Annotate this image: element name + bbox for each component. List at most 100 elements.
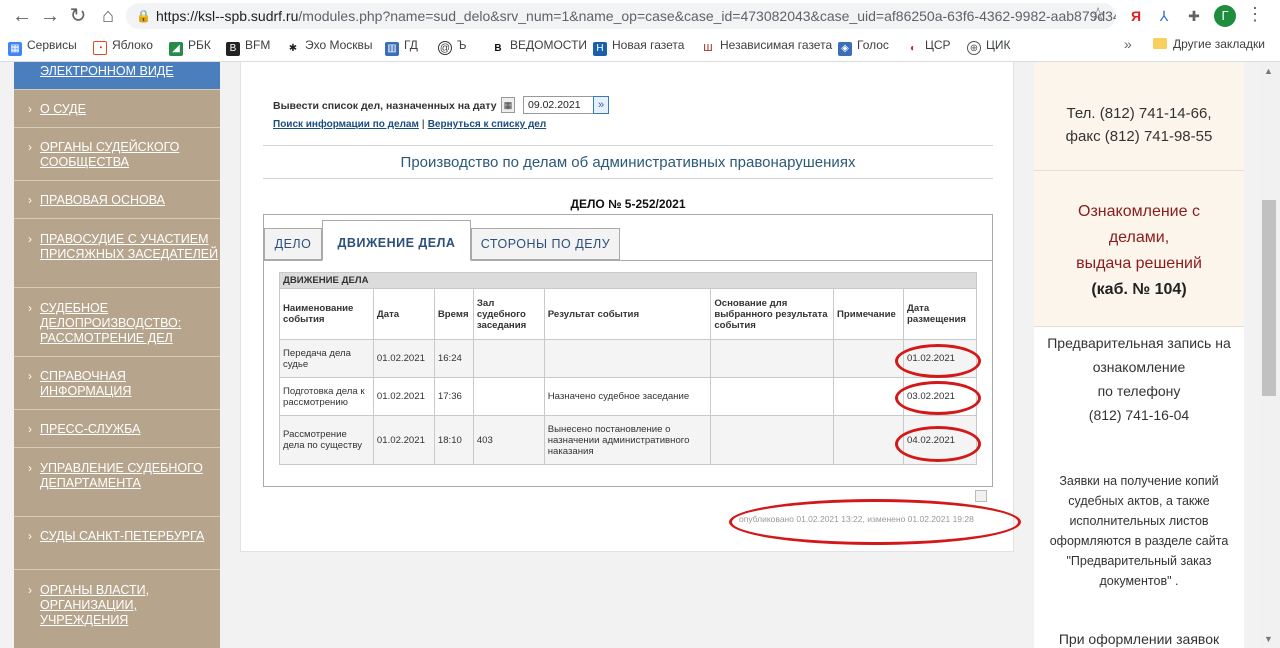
sidebar-item-press[interactable]: › ПРЕСС-СЛУЖБА: [14, 410, 220, 448]
bookmark-star-icon[interactable]: ☆: [1090, 4, 1106, 25]
print-icon[interactable]: [975, 490, 987, 502]
column-header: Время: [433, 288, 474, 340]
table-caption: ДВИЖЕНИЕ ДЕЛА: [279, 272, 977, 289]
calendar-icon[interactable]: ▦: [501, 97, 515, 113]
submit-date-button[interactable]: »: [593, 96, 609, 114]
sidebar-item-jury[interactable]: › ПРАВОСУДИЕ С УЧАСТИЕМ ПРИСЯЖНЫХ ЗАСЕДАТ…: [14, 219, 220, 288]
lock-icon: 🔒: [136, 9, 151, 23]
chevron-right-icon: ›: [28, 583, 32, 597]
menu-kebab-icon[interactable]: ⋮: [1246, 4, 1264, 25]
novaya-gazeta-icon: Н: [593, 42, 607, 56]
annotation-ellipse: [895, 426, 981, 462]
case-movement-table: ДВИЖЕНИЕ ДЕЛА Наименование события Дата …: [279, 272, 978, 465]
chevron-right-icon: ›: [28, 369, 32, 383]
copies-info: Заявки на получение копий судебных актов…: [1049, 474, 1229, 588]
extensions-icon[interactable]: ✚: [1184, 6, 1204, 26]
bookmark-novaya[interactable]: Н Новая газета: [593, 37, 684, 56]
tab-case-movement[interactable]: ДВИЖЕНИЕ ДЕЛА: [322, 220, 471, 261]
bookmark-tsik[interactable]: ⊕ ЦИК: [967, 37, 1011, 55]
divider: [1034, 326, 1244, 327]
apps-grid-icon: ▦: [8, 42, 22, 56]
folder-icon: [1153, 38, 1167, 49]
sidebar-item-department[interactable]: › УПРАВЛЕНИЕ СУДЕБНОГО ДЕПАРТАМЕНТА: [14, 448, 220, 517]
tab-case-parties[interactable]: СТОРОНЫ ПО ДЕЛУ: [471, 228, 620, 260]
tssr-icon: ◐: [906, 42, 920, 56]
chevron-right-icon: ›: [28, 301, 32, 315]
bookmark-yabloko[interactable]: ◔ Яблоко: [93, 37, 153, 55]
bookmark-tssr[interactable]: ◐ ЦСР: [906, 37, 951, 56]
scroll-down-icon[interactable]: ▼: [1264, 634, 1273, 644]
back-to-list-link[interactable]: Вернуться к списку дел: [428, 119, 547, 130]
sidebar-item-authorities[interactable]: › ОРГАНЫ ВЛАСТИ, ОРГАНИЗАЦИИ, УЧРЕЖДЕНИЯ: [14, 570, 220, 648]
kommersant-icon: @: [438, 41, 452, 55]
main-content: Вывести список дел, назначенных на дату …: [240, 62, 1021, 552]
annotation-ellipse: [895, 344, 981, 378]
echo-icon: ✱: [286, 42, 300, 56]
page-scrollbar[interactable]: ▲ ▼: [1258, 62, 1280, 648]
column-header: Наименование события: [279, 288, 374, 340]
rbk-icon: ◢: [169, 42, 183, 56]
scroll-up-icon[interactable]: ▲: [1264, 66, 1273, 76]
chevron-right-icon: ›: [28, 461, 32, 475]
table-row: Рассмотрение дела по существу 01.02.2021…: [279, 415, 978, 465]
divider: [263, 178, 993, 179]
tab-case[interactable]: ДЕЛО: [264, 228, 322, 260]
chevron-right-icon: ›: [28, 232, 32, 246]
case-number: ДЕЛО № 5-252/2021: [570, 197, 686, 211]
other-bookmarks[interactable]: Другие закладки: [1153, 37, 1265, 51]
url-host: https://ksl--spb.sudrf.ru: [156, 8, 299, 24]
chevron-right-icon: ›: [28, 529, 32, 543]
right-sidebar: Тел. (812) 741-14-66, факс (812) 741-98-…: [1034, 62, 1244, 648]
chevron-right-icon: ›: [28, 140, 32, 154]
column-header: Основание для выбранного результата собы…: [710, 288, 835, 340]
sidebar-item-legal-basis[interactable]: › ПРАВОВАЯ ОСНОВА: [14, 181, 220, 219]
column-header: Зал судебного заседания: [472, 288, 545, 340]
vedomosti-icon: B: [491, 42, 505, 56]
column-header: Дата: [372, 288, 435, 340]
sidebar-item-judicial-community[interactable]: › ОРГАНЫ СУДЕЙСКОГО СООБЩЕСТВА: [14, 128, 220, 181]
column-header: Дата размещения: [902, 288, 978, 340]
date-input[interactable]: 09.02.2021: [523, 96, 595, 114]
apply-info: При оформлении заявок: [1058, 631, 1220, 647]
sidebar-item-electronic[interactable]: ЭЛЕКТРОННОМ ВИДЕ: [14, 62, 220, 90]
bookmark-gd[interactable]: ▥ ГД: [385, 37, 418, 56]
back-icon[interactable]: ←: [10, 4, 34, 28]
home-icon[interactable]: ⌂: [96, 4, 120, 28]
sidebar-item-about[interactable]: › О СУДЕ: [14, 90, 220, 128]
bookmark-kommersant[interactable]: @ Ъ: [438, 37, 467, 55]
search-cases-link[interactable]: Поиск информации по делам: [273, 119, 419, 130]
address-bar[interactable]: 🔒 https://ksl--spb.sudrf.ru/modules.php?…: [126, 3, 1116, 29]
left-sidebar: ЭЛЕКТРОННОМ ВИДЕ › О СУДЕ › ОРГАНЫ СУДЕЙСК…: [14, 62, 220, 648]
annotation-ellipse: [895, 381, 981, 415]
golos-icon: ◈: [838, 42, 852, 56]
yabloko-icon: ◔: [93, 41, 107, 55]
bookmark-services[interactable]: ▦ Сервисы: [8, 37, 77, 56]
divider: [1034, 170, 1244, 171]
column-header: Результат события: [543, 288, 712, 340]
translate-extension-icon[interactable]: ⅄: [1154, 6, 1174, 26]
sidebar-item-spb-courts[interactable]: › СУДЫ САНКТ-ПЕТЕРБУРГА: [14, 517, 220, 570]
browser-chrome: ← → ↻ ⌂ 🔒 https://ksl--spb.sudrf.ru/modu…: [0, 0, 1280, 62]
bookmarks-more-icon[interactable]: »: [1124, 36, 1132, 52]
case-links: Поиск информации по делам | Вернуться к сп…: [273, 119, 547, 130]
duma-icon: ▥: [385, 42, 399, 56]
bookmark-golos[interactable]: ◈ Голос: [838, 37, 889, 56]
bookmark-ng[interactable]: Ш Независимая газета: [701, 37, 832, 56]
sidebar-item-reference[interactable]: › СПРАВОЧНАЯ ИНФОРМАЦИЯ: [14, 357, 220, 410]
bookmark-vedomosti[interactable]: B ВЕДОМОСТИ: [491, 37, 587, 56]
yandex-extension-icon[interactable]: Я: [1126, 6, 1146, 26]
forward-icon[interactable]: →: [38, 4, 62, 28]
annotation-ellipse: [729, 499, 1021, 545]
scroll-thumb[interactable]: [1262, 200, 1276, 396]
chevron-right-icon: ›: [28, 102, 32, 116]
bfm-icon: B: [226, 42, 240, 56]
globe-icon: ⊕: [967, 41, 981, 55]
date-filter-label: Вывести список дел, назначенных на дату: [273, 100, 497, 112]
bookmark-rbk[interactable]: ◢ РБК: [169, 37, 211, 56]
url-path: /modules.php?name=sud_delo&srv_num=1&nam…: [298, 8, 1116, 24]
profile-avatar[interactable]: Г: [1214, 5, 1236, 27]
reload-icon[interactable]: ↻: [66, 4, 90, 28]
sidebar-item-proceedings[interactable]: › СУДЕБНОЕ ДЕЛОПРОИЗВОДСТВО: РАССМОТРЕНИЕ…: [14, 288, 220, 357]
bookmark-bfm[interactable]: B BFM: [226, 37, 270, 56]
bookmark-echo[interactable]: ✱ Эхо Москвы: [286, 37, 373, 56]
